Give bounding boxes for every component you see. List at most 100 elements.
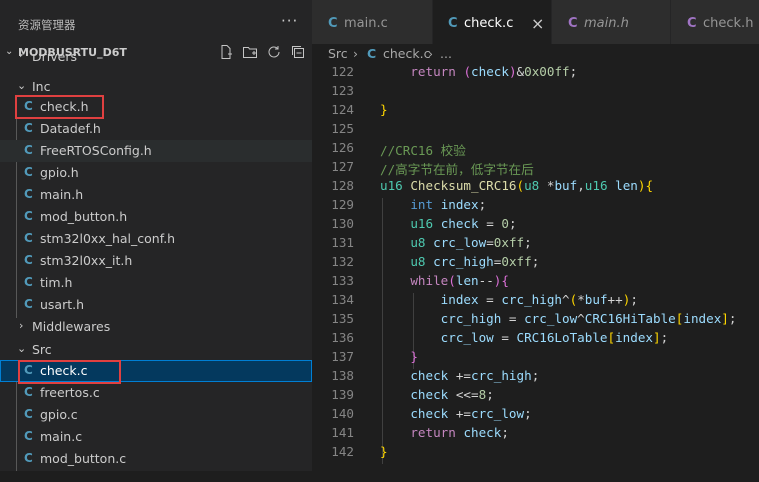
- tree-item-label: Datadef.h: [40, 121, 101, 136]
- code-text: u16 check = 0;: [410, 216, 517, 231]
- tree-item-label: main.h: [40, 187, 84, 202]
- breadcrumb-item[interactable]: Src: [328, 46, 348, 61]
- breadcrumb-separator: ›: [353, 46, 358, 61]
- tab-main-c[interactable]: C main.c: [312, 0, 433, 48]
- tab-check-h[interactable]: C check.h: [671, 0, 759, 48]
- tree-item-label: Middlewares: [32, 319, 111, 334]
- c-file-icon: C: [448, 16, 458, 31]
- line-number: 124: [331, 102, 354, 117]
- code-text: return check;: [410, 425, 509, 440]
- c-file-icon: C: [24, 231, 33, 245]
- tree-folder-middlewares[interactable]: › Middlewares: [0, 316, 312, 338]
- line-number: 139: [331, 387, 354, 402]
- c-file-icon: C: [24, 297, 33, 311]
- code-line: 126 //CRC16 校验: [312, 140, 759, 159]
- tree-file-main-c[interactable]: C main.c: [0, 426, 312, 448]
- tree-file-freertosconfig-h[interactable]: C FreeRTOSConfig.h: [0, 140, 312, 162]
- code-text: u8 crc_low=0xff;: [410, 235, 532, 250]
- c-file-icon: C: [24, 165, 33, 179]
- line-number: 136: [331, 330, 354, 345]
- tree-file-mod-button-c[interactable]: C mod_button.c: [0, 448, 312, 470]
- code-line: 138 check +=crc_high;: [312, 368, 759, 387]
- code-line: 135 crc_high = crc_low^CRC16HiTable[inde…: [312, 311, 759, 330]
- code-line: 127 //高字节在前，低字节在后: [312, 159, 759, 178]
- tree-file-gpio-c[interactable]: C gpio.c: [0, 404, 312, 426]
- tree-item-label: freertos.c: [40, 385, 100, 400]
- tab-label: main.h: [584, 16, 629, 31]
- line-number: 140: [331, 406, 354, 421]
- tree-file-hal-conf-h[interactable]: C stm32l0xx_hal_conf.h: [0, 228, 312, 250]
- code-text: //高字节在前，低字节在后: [380, 162, 534, 177]
- line-number: 135: [331, 311, 354, 326]
- tree-item-label: usart.h: [40, 297, 85, 312]
- code-line: 124}: [312, 102, 759, 121]
- tree-item-label: main.c: [40, 429, 83, 444]
- tab-label: check.h: [703, 16, 754, 31]
- code-line: 129 int index;: [312, 197, 759, 216]
- tree-item-label: Inc: [32, 79, 51, 94]
- line-number: 141: [331, 425, 354, 440]
- code-line: 141 return check;: [312, 425, 759, 444]
- line-number: 126: [331, 140, 354, 155]
- tree-file-main-h[interactable]: C main.h: [0, 184, 312, 206]
- c-file-icon: C: [24, 385, 33, 399]
- code-line: 137 }: [312, 349, 759, 368]
- tree-item-label: stm32l0xx_hal_conf.h: [40, 231, 176, 246]
- tree-file-usart-h[interactable]: C usart.h: [0, 294, 312, 316]
- code-line: 140 check +=crc_low;: [312, 406, 759, 425]
- chevron-down-icon: ⌄: [17, 342, 27, 355]
- breadcrumb: Src › C check.c › ...: [312, 44, 759, 64]
- line-number: 138: [331, 368, 354, 383]
- tree-item-label: Drivers: [32, 54, 77, 64]
- code-line: 122 return (check)&0x00ff;: [312, 64, 759, 83]
- tree-item-label: stm32l0xx_it.h: [40, 253, 133, 268]
- c-file-icon: C: [24, 253, 33, 267]
- c-file-icon: C: [24, 209, 33, 223]
- line-number: 133: [331, 273, 354, 288]
- code-line: 132 u8 crc_high=0xff;: [312, 254, 759, 273]
- code-text: check +=crc_high;: [410, 368, 540, 383]
- code-text: return (check)&0x00ff;: [410, 64, 578, 79]
- more-actions-icon[interactable]: ···: [281, 12, 298, 30]
- line-number: 142: [331, 444, 354, 459]
- tree-file-tim-h[interactable]: C tim.h: [0, 272, 312, 294]
- c-file-icon: C: [24, 429, 33, 443]
- c-file-icon: C: [24, 121, 33, 135]
- code-text: u16 Checksum_CRC16(u8 *buf,u16 len){: [380, 178, 654, 193]
- tree-item-label: mod_button.h: [40, 209, 128, 224]
- line-number: 137: [331, 349, 354, 364]
- tree-file-it-h[interactable]: C stm32l0xx_it.h: [0, 250, 312, 272]
- tab-check-c[interactable]: C check.c ×: [433, 0, 552, 48]
- tab-main-h[interactable]: C main.h: [552, 0, 671, 48]
- tab-label: main.c: [344, 16, 388, 31]
- tree-file-freertos-c[interactable]: C freertos.c: [0, 382, 312, 404]
- c-file-icon: C: [24, 187, 33, 201]
- tree-item-label: gpio.h: [40, 165, 79, 180]
- tree-file-gpio-h[interactable]: C gpio.h: [0, 162, 312, 184]
- line-number: 130: [331, 216, 354, 231]
- tree-folder-drivers[interactable]: › Drivers: [0, 54, 312, 68]
- tree-file-mod-button-h[interactable]: C mod_button.h: [0, 206, 312, 228]
- code-line: 123: [312, 83, 759, 102]
- code-line: 133 while(len--){: [312, 273, 759, 292]
- c-header-icon: C: [687, 16, 697, 31]
- breadcrumb-item[interactable]: ...: [440, 46, 452, 61]
- code-line: 130 u16 check = 0;: [312, 216, 759, 235]
- tree-file-datadef-h[interactable]: C Datadef.h: [0, 118, 312, 140]
- explorer-title: 资源管理器: [18, 18, 76, 32]
- close-icon[interactable]: ×: [531, 14, 544, 33]
- breadcrumb-separator: ›: [428, 46, 433, 61]
- code-editor[interactable]: 122 return (check)&0x00ff; 123 124} 125 …: [312, 64, 759, 471]
- code-line: 134 index = crc_high^(*buf++);: [312, 292, 759, 311]
- code-text: u8 crc_high=0xff;: [410, 254, 540, 269]
- line-number: 125: [331, 121, 354, 136]
- highlight-box-check-h: [15, 95, 104, 119]
- code-line: 125: [312, 121, 759, 140]
- tree-item-label: tim.h: [40, 275, 73, 290]
- editor-tabs: C main.c C check.c × C main.h C check.h: [312, 0, 759, 48]
- code-text: while(len--){: [410, 273, 509, 288]
- line-number: 131: [331, 235, 354, 250]
- breadcrumb-item[interactable]: check.c: [383, 46, 430, 61]
- tree-folder-src[interactable]: ⌄ Src: [0, 339, 312, 361]
